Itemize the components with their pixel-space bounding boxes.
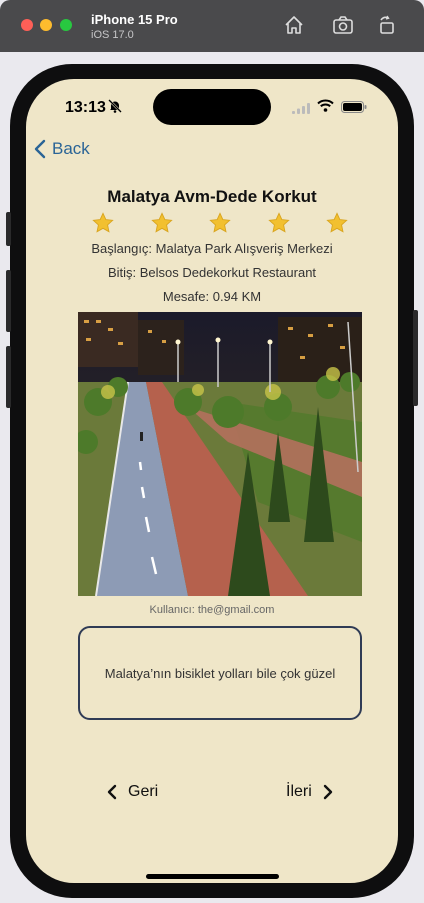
volume-down-button	[6, 346, 11, 408]
close-window-button[interactable]	[21, 19, 33, 31]
prev-button[interactable]: Geri	[106, 783, 158, 801]
star-icon	[267, 212, 290, 233]
route-end: Bitiş: Belsos Dedekorkut Restaurant	[107, 265, 317, 280]
star-icon	[150, 212, 173, 233]
device-screen: 13:13 Back Malatya Avm-Dede Korkut Başla…	[26, 79, 398, 883]
comment-box: Malatya’nın bisiklet yolları bile çok gü…	[78, 626, 362, 720]
back-label: Back	[52, 139, 90, 158]
star-icon	[92, 212, 114, 233]
route-user: Kullanıcı: the@gmail.com	[149, 604, 275, 616]
home-indicator[interactable]	[146, 874, 279, 879]
simulator-toolbar: iPhone 15 Pro iOS 17.0	[0, 0, 424, 52]
dynamic-island	[153, 89, 271, 125]
volume-up-button	[6, 270, 11, 332]
back-button[interactable]: Back	[34, 139, 90, 159]
chevron-left-icon	[34, 139, 46, 159]
route-distance: Mesafe: 0.94 KM	[162, 289, 262, 304]
battery-icon	[341, 100, 367, 118]
next-button[interactable]: İleri	[286, 783, 334, 801]
status-time: 13:13	[65, 99, 106, 116]
rotate-icon[interactable]	[376, 14, 398, 36]
star-icon	[209, 212, 231, 233]
device-name: iPhone 15 Pro	[91, 12, 178, 27]
next-label: İleri	[286, 783, 312, 800]
chevron-right-icon	[323, 784, 332, 800]
rating-stars	[92, 212, 348, 234]
comment-text: Malatya’nın bisiklet yolları bile çok gü…	[104, 665, 336, 681]
action-button	[6, 212, 11, 246]
screenshot-icon[interactable]	[332, 14, 354, 36]
os-version: iOS 17.0	[91, 29, 134, 41]
route-start: Başlangıç: Malatya Park Alışveriş Merkez…	[91, 241, 333, 256]
home-icon[interactable]	[283, 14, 305, 36]
route-title: Malatya Avm-Dede Korkut	[107, 187, 317, 206]
chevron-left-icon	[107, 784, 117, 800]
signal-icon	[292, 101, 310, 119]
minimize-window-button[interactable]	[40, 19, 52, 31]
star-icon	[326, 212, 348, 233]
bell-slash-icon	[108, 99, 122, 113]
route-photo	[78, 312, 362, 596]
zoom-window-button[interactable]	[60, 19, 72, 31]
prev-label: Geri	[128, 783, 159, 800]
wifi-icon	[317, 99, 334, 117]
power-button	[413, 310, 418, 406]
